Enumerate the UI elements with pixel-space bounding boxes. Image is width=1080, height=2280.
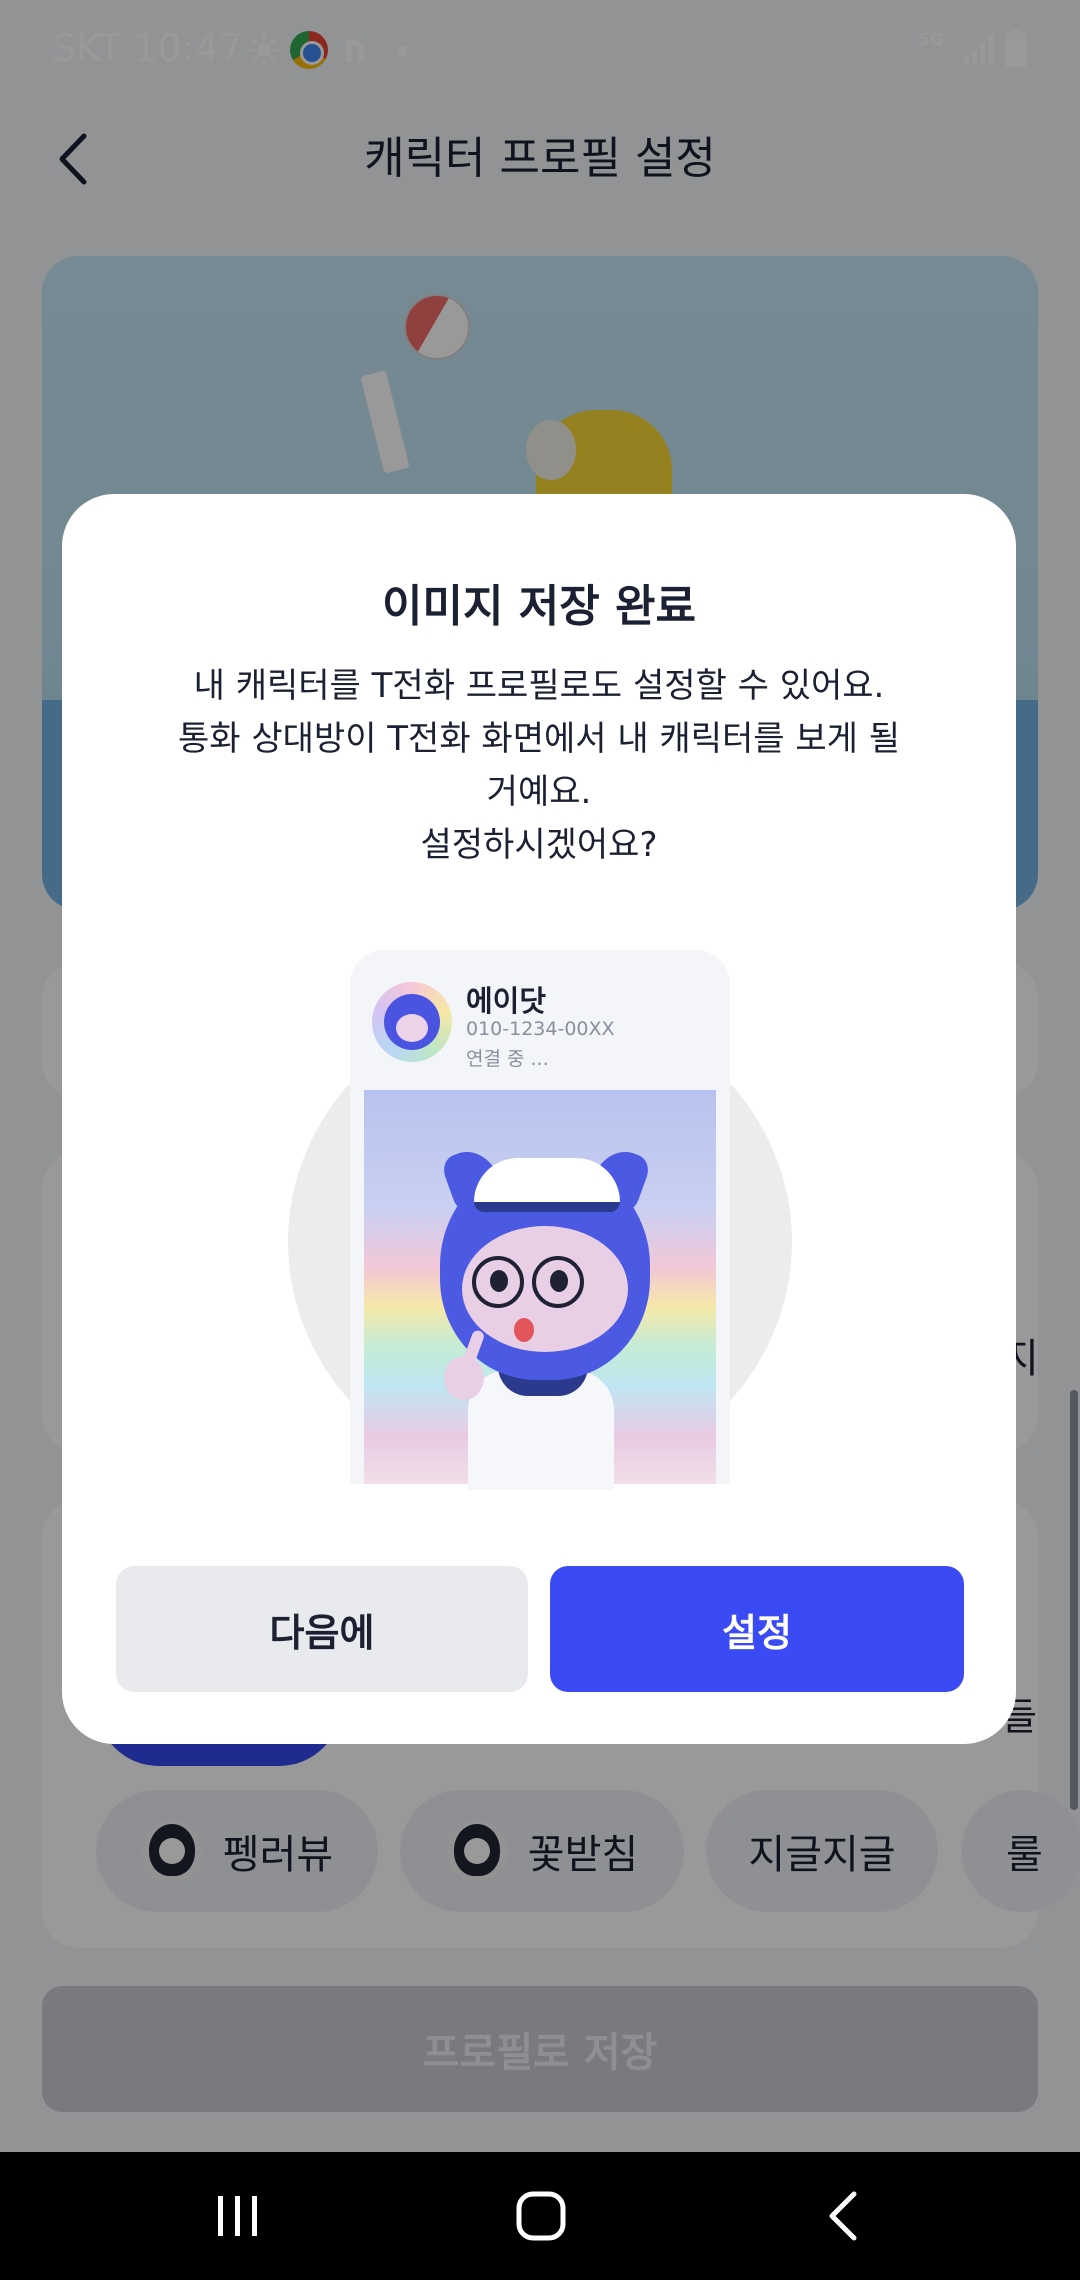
scrollbar[interactable] — [1070, 1390, 1078, 1810]
dialog-title: 이미지 저장 완료 — [382, 581, 696, 632]
character-eye — [490, 1270, 508, 1292]
dialog-message-line: 통화 상대방이 T전화 화면에서 내 캐릭터를 보게 될 — [177, 719, 901, 759]
dialog-message-line: 내 캐릭터를 T전화 프로필로도 설정할 수 있어요. — [193, 666, 885, 706]
caller-number: 010-1234-00XX — [466, 1018, 615, 1040]
dialog-message: 내 캐릭터를 T전화 프로필로도 설정할 수 있어요. 통화 상대방이 T전화 … — [120, 660, 958, 872]
caller-avatar-face — [396, 1014, 428, 1042]
character-eye — [550, 1270, 568, 1292]
caller-status: 연결 중 ... — [466, 1048, 549, 1070]
character-sailor-hat — [474, 1158, 620, 1212]
home-icon[interactable] — [514, 2190, 568, 2242]
set-button[interactable]: 설정 — [550, 1566, 964, 1692]
back-icon[interactable] — [818, 2190, 868, 2242]
character-hand — [444, 1356, 484, 1400]
dialog-message-line: 설정하시겠어요? — [420, 825, 658, 865]
caller-name: 에이닷 — [466, 984, 547, 1018]
character-mouth — [514, 1318, 534, 1342]
recents-icon[interactable] — [210, 2190, 266, 2242]
later-button[interactable]: 다음에 — [116, 1566, 528, 1692]
dialog-message-line: 거예요. — [486, 772, 592, 812]
